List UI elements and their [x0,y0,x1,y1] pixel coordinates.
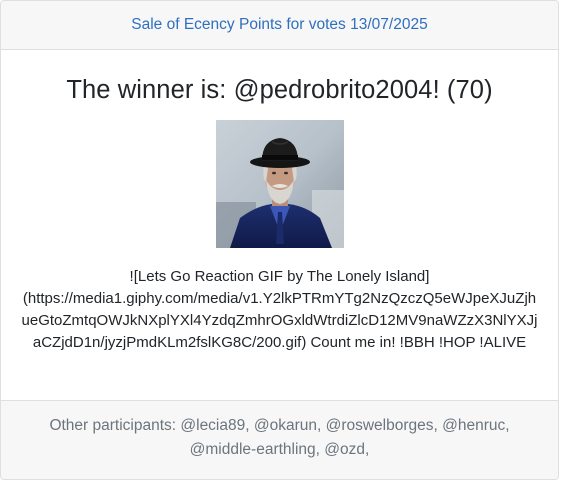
winner-title: The winner is: @pedrobrito2004! (70) [66,76,493,104]
card-footer: Other participants: @lecia89, @okarun, @… [1,400,558,479]
card-header: Sale of Ecency Points for votes 13/07/20… [1,1,558,50]
post-title-link[interactable]: Sale of Ecency Points for votes 13/07/20… [131,16,427,34]
winner-avatar [215,120,344,248]
winner-comment: ![Lets Go Reaction GIF by The Lonely Isl… [21,268,538,351]
giveaway-result-card: Sale of Ecency Points for votes 13/07/20… [0,0,559,480]
card-body: The winner is: @pedrobrito2004! (70) ![L… [1,50,558,400]
other-participants: Other participants: @lecia89, @okarun, @… [49,417,510,458]
